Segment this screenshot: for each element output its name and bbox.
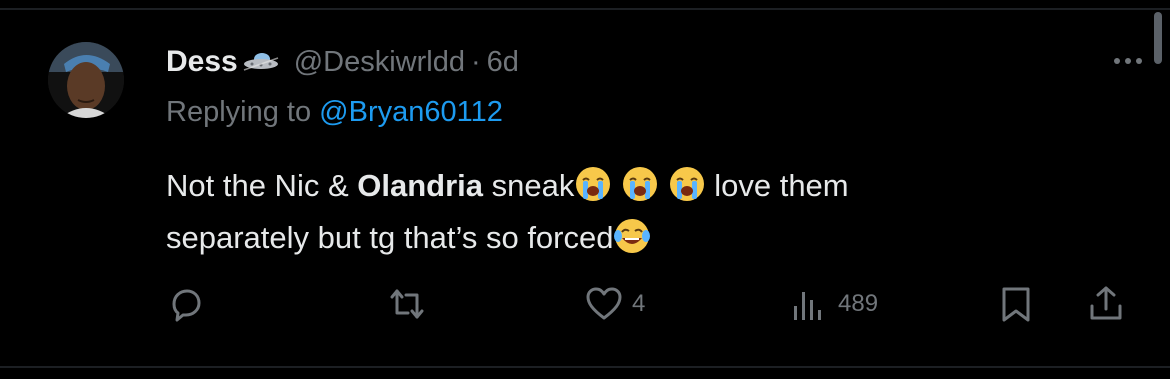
scrollbar[interactable]	[1154, 12, 1162, 64]
heart-icon	[586, 287, 622, 320]
tweet-text-bold: Olandria	[357, 168, 484, 203]
tweet-text-part3: love them	[705, 168, 849, 203]
tweet-actions: 4 489	[0, 282, 1170, 326]
repost-button[interactable]	[386, 282, 428, 326]
tweet-text-part1: Not the Nic &	[166, 168, 358, 203]
loudly-crying-face-icon	[668, 165, 706, 203]
avatar[interactable]	[48, 42, 124, 118]
like-button[interactable]: 4	[584, 282, 645, 326]
repost-icon	[390, 289, 424, 319]
views-icon	[794, 292, 821, 320]
display-name[interactable]: Dess	[166, 45, 238, 79]
tweet-text-part4: separately but tg that’s so forced	[166, 220, 614, 255]
reply-icon	[172, 289, 201, 322]
replying-to-link[interactable]: @Bryan60112	[319, 96, 503, 128]
bookmark-icon	[1002, 287, 1030, 322]
replying-prefix: Replying to	[166, 96, 320, 128]
ufo-icon	[242, 50, 280, 74]
bottom-divider	[0, 366, 1170, 368]
replying-to: Replying to @Bryan60112	[166, 96, 503, 129]
user-handle[interactable]: @Deskiwrldd	[294, 46, 465, 79]
separator-dot: ·	[470, 45, 481, 78]
like-count: 4	[632, 290, 646, 317]
loudly-crying-face-icon	[621, 165, 659, 203]
more-options-icon[interactable]	[1114, 58, 1142, 64]
share-icon	[1090, 286, 1122, 320]
tweet-header: Dess @Deskiwrldd · 6d	[166, 40, 519, 84]
tweet-text: Not the Nic & Olandria sneak love them se…	[166, 160, 1126, 264]
top-divider	[0, 8, 1170, 10]
bookmark-button[interactable]	[996, 282, 1036, 326]
timestamp[interactable]: 6d	[487, 46, 519, 79]
tweet-text-part2: sneak	[483, 168, 575, 203]
loudly-crying-face-icon	[574, 165, 612, 203]
views-count: 489	[838, 290, 879, 317]
face-with-tears-of-joy-icon	[613, 217, 651, 255]
views-button[interactable]: 489	[790, 282, 878, 326]
share-button[interactable]	[1086, 282, 1126, 326]
reply-button[interactable]	[166, 282, 206, 326]
